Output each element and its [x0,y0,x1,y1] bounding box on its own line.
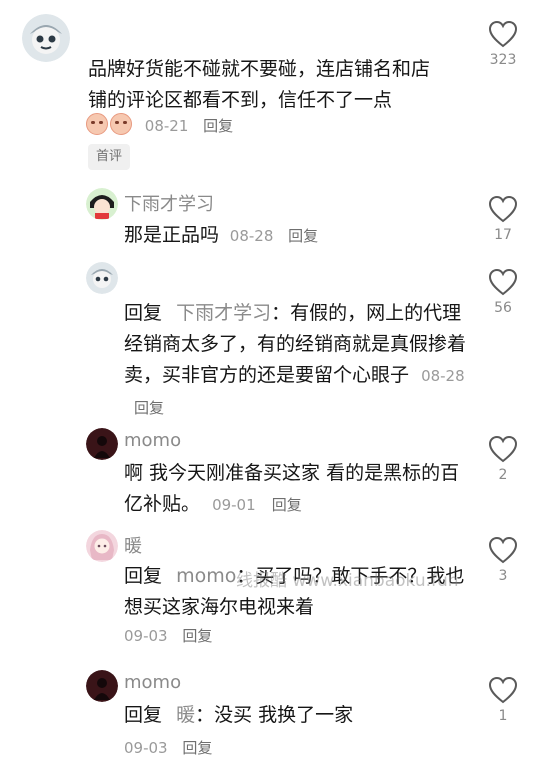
reply-prefix: 回复 [124,565,163,587]
avatar[interactable] [86,670,118,702]
author-name[interactable]: momo [124,430,181,451]
avatar[interactable] [86,262,118,294]
comment-main: 品牌好货能不碰就不要碰，连店铺名和店铺的评论区都看不到，信任不了一点 08-21… [0,0,540,180]
avatar[interactable] [22,14,70,62]
reply-target-name[interactable]: 下雨才学习 [176,302,271,324]
like-button[interactable]: 2 [483,435,523,483]
avatar[interactable] [86,530,118,562]
like-button[interactable]: 1 [483,676,523,724]
like-button[interactable]: 17 [483,195,523,243]
comment-meta: 09-03 回复 [124,625,212,646]
reply-target-name[interactable]: momo [176,565,236,587]
comment-body: 回复 momo：买了吗？敢下手不？我也想买这家海尔电视来着 [124,561,469,623]
crying-emoji-icon [86,113,108,135]
comment-date: 08-21 [144,117,189,135]
like-count: 2 [498,467,508,483]
heart-icon[interactable] [488,20,518,48]
comment-date: 09-01 [212,496,256,514]
reply-button[interactable]: 回复 [272,496,302,514]
reply-button[interactable]: 回复 [182,627,212,645]
reply-button[interactable]: 回复 [134,399,164,417]
heart-icon[interactable] [488,268,518,296]
comment-date: 08-28 [421,367,465,385]
first-comment-badge: 首评 [88,144,131,170]
comment-meta: 08-21 回复 [86,113,233,136]
comment-date: 09-03 [124,739,168,757]
comment-body: 啊 我今天刚准备买这家 看的是黑标的百亿补贴。 09-01 回复 [124,458,474,521]
reply-button[interactable]: 回复 [203,117,233,135]
comment-body: 回复 下雨才学习：有假的，网上的代理经销商太多了，有的经销商就是真假掺着卖，买非… [124,298,474,424]
like-button[interactable]: 56 [483,268,523,316]
avatar[interactable] [86,188,118,220]
like-count: 17 [494,227,512,243]
avatar[interactable] [86,428,118,460]
heart-icon[interactable] [488,435,518,463]
author-name[interactable]: 暖 [124,532,142,558]
heart-icon[interactable] [488,676,518,704]
heart-icon[interactable] [488,536,518,564]
like-count: 1 [498,708,508,724]
comment-body: 回复 暖：没买 我换了一家 [124,700,469,731]
comment-text: ：没买 我换了一家 [195,704,354,726]
reply-target-name[interactable]: 暖 [176,704,195,726]
comment-date: 09-03 [124,627,168,645]
comment-date: 08-28 [229,227,274,245]
like-button[interactable]: 323 [483,20,523,68]
comment-text: 品牌好货能不碰就不要碰，连店铺名和店铺的评论区都看不到，信任不了一点 [88,58,431,111]
crying-emoji-icon [110,113,132,135]
like-button[interactable]: 3 [483,536,523,584]
author-name[interactable]: 下雨才学习 [124,190,214,216]
author-name[interactable]: momo [124,672,181,693]
reply-button[interactable]: 回复 [288,227,318,245]
reply-prefix: 回复 [124,704,163,726]
reply-prefix: 回复 [124,302,163,324]
comment-meta: 09-03 回复 [124,737,212,758]
comment-body: 那是正品吗 08-28 回复 [124,220,318,247]
like-count: 323 [489,52,517,68]
comment-text: 那是正品吗 [124,224,220,246]
like-count: 3 [498,568,508,584]
heart-icon[interactable] [488,195,518,223]
reply-button[interactable]: 回复 [182,739,212,757]
like-count: 56 [494,300,512,316]
